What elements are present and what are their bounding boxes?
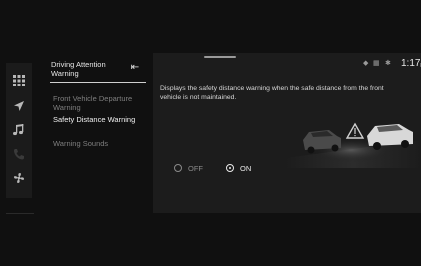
- side-rail: [6, 63, 32, 198]
- back-button[interactable]: ⇤: [128, 63, 142, 73]
- music-note-icon[interactable]: [12, 123, 26, 137]
- apps-grid-icon[interactable]: [12, 73, 26, 87]
- radio-off-label: OFF: [188, 164, 203, 173]
- location-icon: ◆: [363, 60, 369, 67]
- settings-menu: Driving Attention Warning ⇤ Front Vehicl…: [36, 53, 154, 213]
- back-arrow-icon: ⇤: [130, 62, 140, 73]
- signal-icon: ▦: [373, 60, 380, 67]
- radio-on-label: ON: [240, 164, 252, 173]
- clock: 1:17: [401, 58, 421, 69]
- menu-item-warning-sounds[interactable]: Warning Sounds: [53, 139, 145, 148]
- radio-on-circle[interactable]: [226, 164, 234, 172]
- bluetooth-icon: ✱: [385, 60, 391, 67]
- radio-off-circle[interactable]: [174, 164, 182, 172]
- warning-triangle-icon: [345, 122, 365, 139]
- drag-handle[interactable]: [204, 56, 236, 58]
- phone-icon: [12, 147, 26, 161]
- menu-item-front-vehicle-departure-warning[interactable]: Front Vehicle Departure Warning: [53, 94, 145, 112]
- rail-divider: [6, 213, 34, 214]
- menu-title: Driving Attention Warning: [51, 60, 106, 78]
- menu-item-safety-distance-warning[interactable]: Safety Distance Warning: [53, 115, 145, 124]
- menu-divider: [50, 82, 146, 83]
- status-bar: ◆ ▦ ✱ 1:17 PM: [341, 58, 421, 72]
- setting-description: Displays the safety distance warning whe…: [160, 85, 384, 101]
- navigation-arrow-icon[interactable]: [12, 99, 26, 113]
- safety-distance-illustration: [285, 122, 421, 168]
- infotainment-screen: Driving Attention Warning ⇤ Front Vehicl…: [0, 0, 421, 266]
- fan-icon[interactable]: [12, 171, 26, 185]
